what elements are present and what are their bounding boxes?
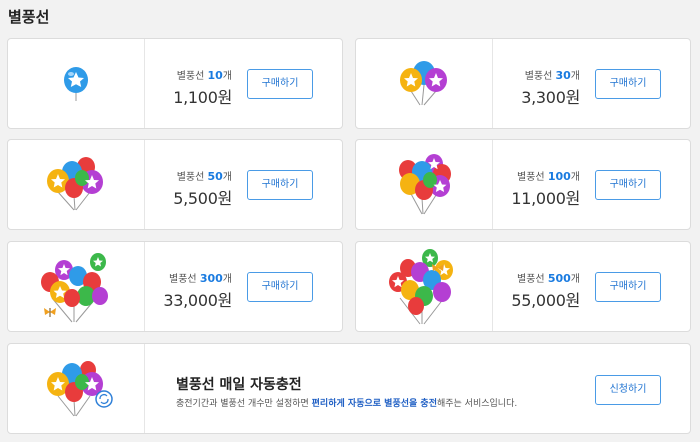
product-info: 별풍선 50개 5,500원 [173,168,232,209]
card-divider [492,242,493,331]
buy-button[interactable]: 구매하기 [595,69,661,99]
card-divider [492,140,493,229]
product-count: 별풍선 100개 [517,170,580,183]
card-divider [144,39,145,128]
product-info: 별풍선 500개 55,000원 [511,270,580,311]
balloon-art [356,140,492,229]
product-card-100: 별풍선 100개 11,000원 구매하기 [355,139,691,230]
butterfly-icon [44,308,56,317]
product-count: 별풍선 500개 [517,272,580,285]
product-card-10: 별풍선 10개 1,100원 구매하기 [7,38,343,129]
balloon-icon [64,67,88,101]
product-card-50: 별풍선 50개 5,500원 구매하기 [7,139,343,230]
buy-button[interactable]: 구매하기 [595,272,661,302]
product-info: 별풍선 10개 1,100원 [173,67,232,108]
auto-charge-title: 별풍선 매일 자동충전 [176,377,302,393]
page-title: 별풍선 [8,8,50,26]
balloon-art [356,242,492,331]
buy-button[interactable]: 구매하기 [595,170,661,200]
balloon-icon [389,249,453,325]
auto-charge-description: 충전기간과 별풍선 개수만 설정하면 편리하게 자동으로 별풍선을 충전해주는 … [176,399,518,409]
balloon-art [8,344,144,433]
product-count: 별풍선 300개 [169,272,232,285]
balloon-art [8,242,144,331]
product-count: 별풍선 30개 [524,69,580,82]
balloon-icon [41,253,108,323]
product-count: 별풍선 10개 [176,69,232,82]
product-price: 11,000원 [511,189,580,208]
card-divider [492,39,493,128]
product-count: 별풍선 50개 [176,170,232,183]
balloon-art [8,140,144,229]
product-info: 별풍선 100개 11,000원 [511,168,580,209]
buy-button[interactable]: 구매하기 [247,170,313,200]
refresh-icon [95,390,113,408]
buy-button[interactable]: 구매하기 [247,272,313,302]
product-price: 1,100원 [173,88,232,107]
balloon-icon [400,61,447,106]
auto-charge-card: 별풍선 매일 자동충전 충전기간과 별풍선 개수만 설정하면 편리하게 자동으로… [7,343,691,434]
product-price: 33,000원 [163,291,232,310]
card-divider [144,242,145,331]
product-card-300: 별풍선 300개 33,000원 구매하기 [7,241,343,332]
product-card-30: 별풍선 30개 3,300원 구매하기 [355,38,691,129]
balloon-art [356,39,492,128]
card-divider [144,344,145,433]
product-info: 별풍선 30개 3,300원 [521,67,580,108]
product-card-500: 별풍선 500개 55,000원 구매하기 [355,241,691,332]
balloon-icon [399,154,451,215]
buy-button[interactable]: 구매하기 [247,69,313,99]
product-info: 별풍선 300개 33,000원 [163,270,232,311]
balloon-art [8,39,144,128]
product-price: 55,000원 [511,291,580,310]
balloon-icon [47,157,103,211]
product-price: 5,500원 [173,189,232,208]
balloon-icon [47,361,113,417]
product-price: 3,300원 [521,88,580,107]
apply-button[interactable]: 신청하기 [595,375,661,405]
card-divider [144,140,145,229]
